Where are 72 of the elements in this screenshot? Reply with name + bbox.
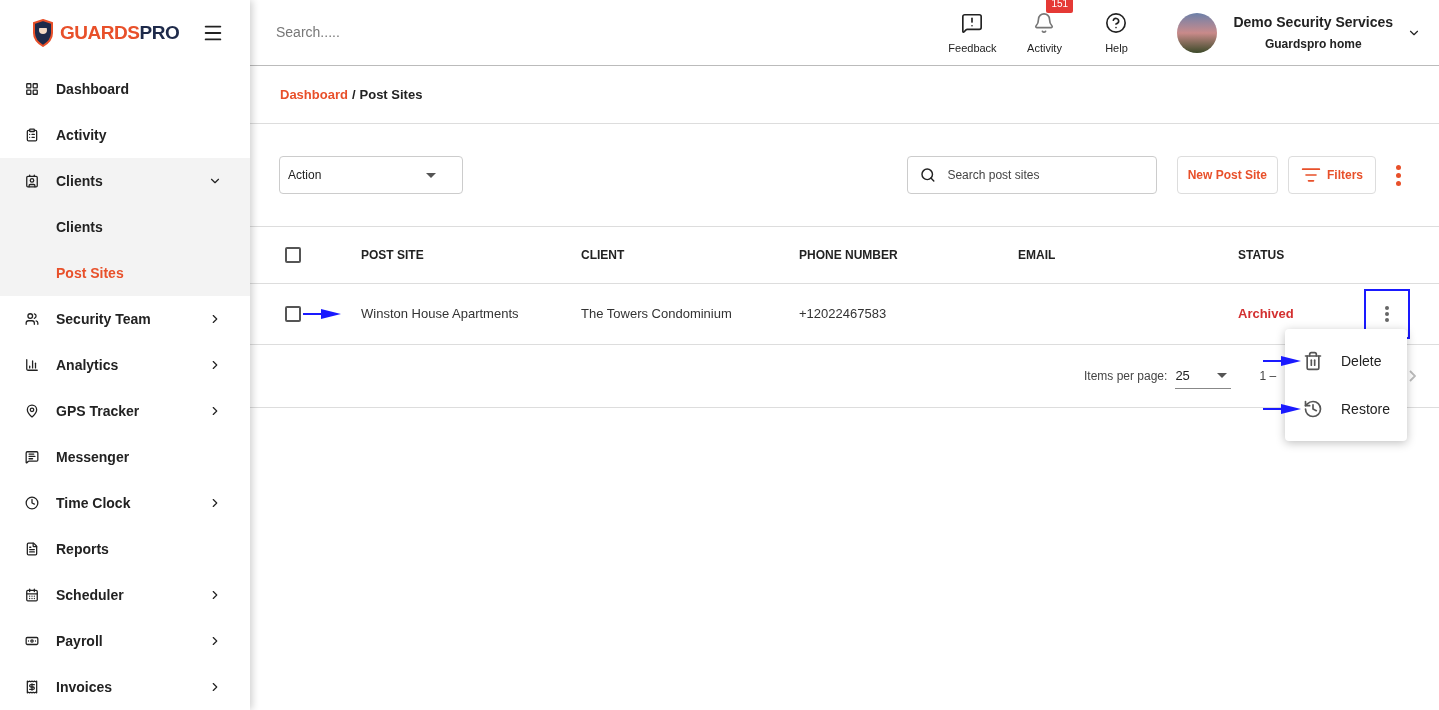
annotation-arrow <box>1263 356 1301 366</box>
nav-icon <box>25 358 39 372</box>
nav-item[interactable]: Analytics <box>0 342 250 388</box>
nav-icon <box>25 82 39 96</box>
nav-icon <box>25 680 39 694</box>
account-menu-button[interactable]: Demo Security Services Guardspro home <box>1233 12 1421 53</box>
help-icon <box>1105 12 1128 35</box>
guard-shield-logo-icon <box>32 19 54 47</box>
table-cell-text: Winston House Apartments <box>361 305 520 324</box>
column-header: POST SITE <box>361 247 425 264</box>
nav-item[interactable]: Scheduler <box>0 572 250 618</box>
nav-item[interactable]: Activity <box>0 112 250 158</box>
nav-icon <box>25 542 39 556</box>
dropdown-triangle-icon <box>426 172 436 178</box>
trash-icon <box>1303 351 1323 371</box>
annotation-arrow <box>1263 404 1301 414</box>
nav-icon <box>25 174 39 188</box>
kebab-icon <box>1396 164 1401 186</box>
breadcrumb-separator: / <box>351 85 356 104</box>
bell-icon <box>1033 12 1056 35</box>
nav-icon <box>25 450 39 464</box>
nav-item[interactable]: Dashboard <box>0 66 250 112</box>
row-checkbox[interactable] <box>285 306 301 322</box>
nav-item[interactable]: Messenger <box>0 434 250 480</box>
search-icon <box>919 166 936 184</box>
nav-icon <box>25 312 39 326</box>
search-field[interactable]: Search..... <box>276 22 576 43</box>
nav-item[interactable]: Clients <box>0 158 250 204</box>
nav-icon <box>25 128 39 142</box>
search-input[interactable]: Search post sites <box>947 166 1144 184</box>
nav-item[interactable]: Time Clock <box>0 480 250 526</box>
brand-logo-text: GUARDSPRO <box>60 20 180 45</box>
nav-item[interactable]: GPS Tracker <box>0 388 250 434</box>
column-header: STATUS <box>1238 247 1286 264</box>
header-action-button[interactable]: Help <box>1081 8 1152 57</box>
nav-subitem[interactable]: Clients <box>0 204 250 250</box>
select-all-checkbox[interactable] <box>285 247 301 263</box>
items-per-page-label: Items per page: <box>1084 368 1168 385</box>
avatar-photo-placeholder <box>1177 12 1218 53</box>
new-post-site-button[interactable]: New Post Site <box>1176 156 1278 194</box>
status-label: Archived <box>1238 305 1295 324</box>
nav-icon <box>25 496 39 510</box>
nav-item[interactable]: Payroll <box>0 618 250 664</box>
kebab-icon <box>1385 306 1389 322</box>
feedback-icon <box>961 12 984 35</box>
history-icon <box>1303 399 1323 419</box>
breadcrumb-current: Post Sites <box>359 85 423 104</box>
page-size-select[interactable]: 25 <box>1175 363 1232 389</box>
breadcrumb-link[interactable]: Dashboard <box>280 84 348 105</box>
menu-item[interactable]: Delete <box>1285 337 1407 385</box>
dropdown-triangle-icon <box>1217 373 1228 378</box>
nav-icon <box>25 588 39 602</box>
nav-item[interactable]: Reports <box>0 526 250 572</box>
more-options-button[interactable] <box>1396 164 1401 186</box>
nav-icon <box>25 634 39 648</box>
table-cell-text: +12022467583 <box>799 305 888 324</box>
filters-button[interactable]: Filters <box>1288 156 1376 194</box>
filter-icon <box>1301 165 1321 185</box>
page-range: 1 – <box>1259 368 1278 385</box>
nav-item[interactable]: Invoices <box>0 664 250 710</box>
column-header: CLIENT <box>581 247 626 264</box>
table-cell-text: The Towers Condominium <box>581 305 733 324</box>
column-header: PHONE NUMBER <box>799 247 899 264</box>
menu-item[interactable]: Restore <box>1285 385 1407 433</box>
header-action-button[interactable]: Feedback <box>937 8 1008 57</box>
notification-badge: 151 <box>1046 0 1074 14</box>
action-select[interactable]: Action <box>279 156 463 194</box>
search-post-sites-field[interactable]: Search post sites <box>906 156 1157 194</box>
nav-item[interactable]: Security Team <box>0 296 250 342</box>
column-header: EMAIL <box>1018 247 1057 264</box>
annotation-arrow <box>303 309 341 319</box>
nav-icon <box>25 404 39 418</box>
